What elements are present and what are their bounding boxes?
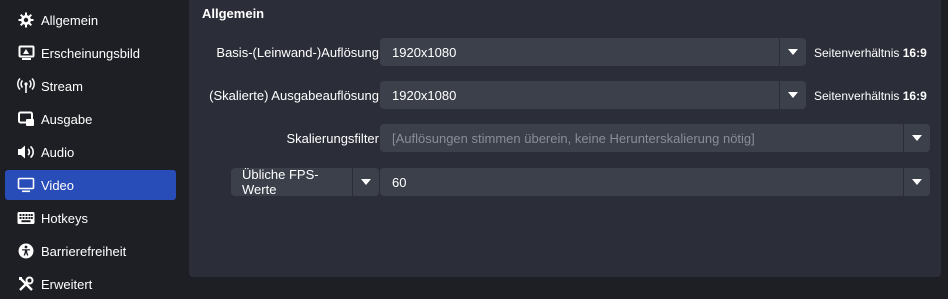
scale-filter-value: [Auflösungen stimmen überein, keine Heru…	[392, 130, 755, 146]
sidebar-item-audio[interactable]: Audio	[5, 137, 176, 167]
chevron-down-icon	[788, 92, 798, 98]
sidebar-item-ausgabe[interactable]: Ausgabe	[5, 104, 176, 134]
sidebar-item-stream[interactable]: Stream	[5, 71, 176, 101]
chevron-down-icon	[788, 49, 798, 55]
aspect-ratio-prefix: Seitenverhältnis	[814, 46, 900, 60]
settings-sidebar: Allgemein Erscheinungsbild Stream Ausgab…	[0, 0, 181, 292]
sidebar-item-hotkeys[interactable]: Hotkeys	[5, 203, 176, 233]
fps-type-value: Übliche FPS-Werte	[242, 167, 319, 197]
keyboard-icon	[15, 208, 37, 228]
sidebar-item-label: Erscheinungsbild	[41, 45, 141, 61]
sidebar-item-label: Hotkeys	[41, 210, 88, 226]
tools-icon	[15, 274, 37, 294]
speaker-icon	[15, 142, 37, 162]
appearance-icon	[15, 43, 37, 63]
output-resolution-value: 1920x1080	[392, 87, 457, 103]
output-aspect-ratio: Seitenverhältnis 16:9	[814, 89, 927, 103]
scale-filter-combo[interactable]: [Auflösungen stimmen überein, keine Heru…	[380, 124, 930, 152]
chevron-down-icon	[912, 135, 922, 141]
sidebar-item-label: Erweitert	[41, 276, 93, 292]
sidebar-item-label: Audio	[41, 144, 75, 160]
aspect-ratio-prefix: Seitenverhältnis	[814, 89, 900, 103]
fps-type-dropdown-button[interactable]	[352, 168, 379, 196]
accessibility-icon	[15, 241, 37, 261]
base-resolution-value: 1920x1080	[392, 44, 457, 60]
sidebar-item-label: Barrierefreiheit	[41, 243, 127, 259]
sidebar-item-video[interactable]: Video	[5, 170, 176, 200]
sidebar-item-erweitert[interactable]: Erweitert	[5, 269, 176, 299]
sidebar-item-barrierefreiheit[interactable]: Barrierefreiheit	[5, 236, 176, 266]
group-title: Allgemein	[202, 6, 265, 21]
base-aspect-ratio: Seitenverhältnis 16:9	[814, 46, 927, 60]
aspect-ratio-value: 16:9	[902, 46, 927, 60]
output-icon	[15, 109, 37, 129]
base-resolution-dropdown-button[interactable]	[779, 38, 806, 66]
chevron-down-icon	[361, 179, 371, 185]
sidebar-item-erscheinungsbild[interactable]: Erscheinungsbild	[5, 38, 176, 68]
scale-filter-dropdown-button[interactable]	[903, 124, 930, 152]
aspect-ratio-value: 16:9	[902, 89, 927, 103]
sidebar-item-label: Ausgabe	[41, 111, 93, 127]
fps-type-combo[interactable]: Übliche FPS-Werte	[231, 167, 379, 197]
sidebar-item-allgemein[interactable]: Allgemein	[5, 5, 176, 35]
fps-value: 60	[392, 174, 407, 190]
output-resolution-combo[interactable]: 1920x1080	[380, 81, 806, 109]
output-resolution-label: (Skalierte) Ausgabeauflösung	[209, 88, 379, 103]
video-settings-panel: Allgemein Basis-(Leinwand-)Auflösung 192…	[181, 0, 948, 289]
monitor-icon	[15, 175, 37, 195]
sidebar-item-label: Allgemein	[41, 12, 99, 28]
fps-value-dropdown-button[interactable]	[903, 168, 930, 196]
general-group: Allgemein Basis-(Leinwand-)Auflösung 192…	[189, 0, 941, 277]
gear-icon	[15, 10, 37, 30]
fps-value-combo[interactable]: 60	[380, 168, 930, 196]
sidebar-item-label: Stream	[41, 78, 83, 94]
sidebar-item-label: Video	[41, 177, 75, 193]
antenna-icon	[15, 76, 37, 96]
output-resolution-dropdown-button[interactable]	[779, 81, 806, 109]
chevron-down-icon	[912, 179, 922, 185]
base-resolution-label: Basis-(Leinwand-)Auflösung	[216, 45, 379, 60]
base-resolution-combo[interactable]: 1920x1080	[380, 38, 806, 66]
scale-filter-label: Skalierungsfilter	[286, 131, 380, 146]
